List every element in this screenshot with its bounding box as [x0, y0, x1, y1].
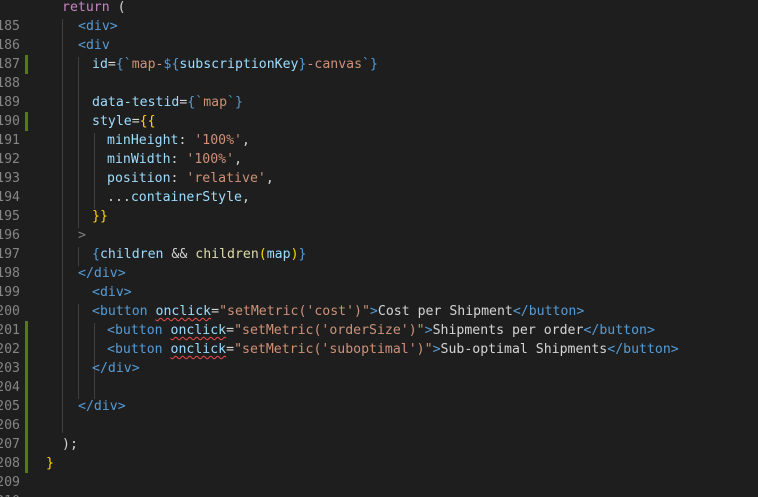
- code-line: 188 id={`map-${subscriptionKey}-canvas`}: [0, 57, 378, 91]
- code-line: 204 </div>: [0, 359, 758, 416]
- code-line: 191 style={{: [0, 114, 156, 148]
- code-line: 196 }}: [0, 209, 108, 243]
- code-line: 197 >: [0, 228, 86, 262]
- code-line: 200 <div>: [0, 283, 758, 340]
- code-line: 199 </div>: [0, 266, 126, 300]
- line-number: 210: [0, 492, 20, 497]
- code-line: 194 position: 'relative',: [0, 171, 274, 205]
- code-line: 206 </div>: [0, 397, 758, 454]
- code-line: 205: [0, 378, 758, 435]
- keyword-return: return: [62, 0, 110, 15]
- code-line: 201 <button onclick="setMetric('cost')">…: [0, 302, 758, 359]
- code-line: 187 <div: [0, 38, 110, 72]
- code-line: 185 return (: [0, 0, 126, 34]
- code-line: 207: [0, 416, 758, 473]
- code-line: 208 );: [0, 437, 78, 471]
- code-line: 209 }: [0, 456, 54, 490]
- code-line: 210: [0, 473, 758, 497]
- code-editor[interactable]: 185 return ( 186 <div> 187 <div 188 id={…: [0, 0, 758, 497]
- code-line: 192 minHeight: '100%',: [0, 133, 250, 167]
- code-line: 203 <button onclick="setMetric('suboptim…: [0, 340, 758, 397]
- code-line: 189: [0, 74, 758, 131]
- code-line: 193 minWidth: '100%',: [0, 152, 243, 186]
- code-line: 190 data-testid={`map`}: [0, 95, 243, 129]
- code-line: 202 <button onclick="setMetric('orderSiz…: [0, 321, 758, 378]
- code-line: 186 <div>: [0, 17, 758, 74]
- code-line: 195 ...containerStyle,: [0, 190, 250, 224]
- code-line: 198 {children && children(map)}: [0, 247, 307, 281]
